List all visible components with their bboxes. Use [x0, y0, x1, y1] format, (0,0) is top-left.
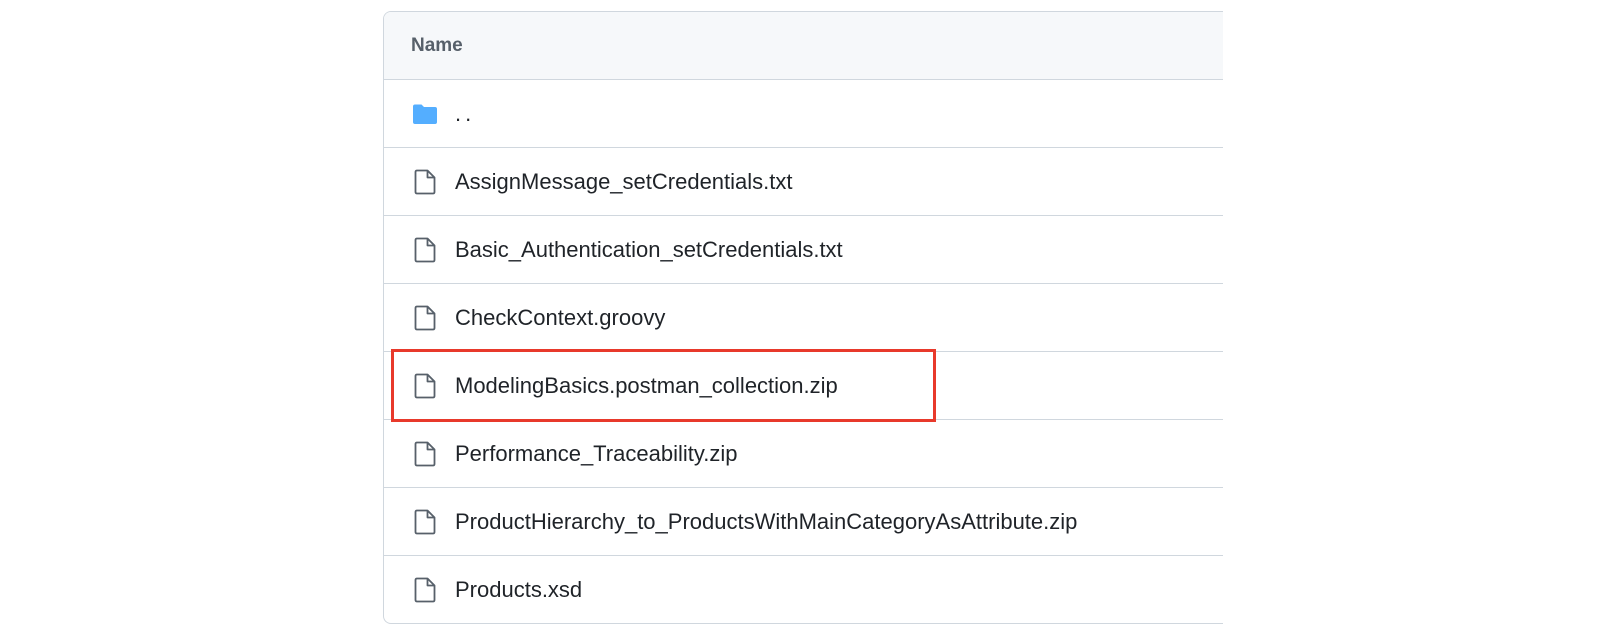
- list-item-file[interactable]: CheckContext.groovy: [384, 284, 1223, 352]
- file-name-link[interactable]: ModelingBasics.postman_collection.zip: [455, 373, 838, 399]
- name-column-header: Name: [411, 34, 463, 56]
- list-item-file-highlighted[interactable]: ModelingBasics.postman_collection.zip: [384, 352, 1223, 420]
- list-item-file[interactable]: Products.xsd: [384, 556, 1223, 623]
- table-header: Name: [384, 12, 1223, 80]
- file-name-link[interactable]: CheckContext.groovy: [455, 305, 665, 331]
- list-item-file[interactable]: Basic_Authentication_setCredentials.txt: [384, 216, 1223, 284]
- file-icon: [411, 236, 439, 264]
- list-item-file[interactable]: AssignMessage_setCredentials.txt: [384, 148, 1223, 216]
- file-icon: [411, 440, 439, 468]
- file-name-link[interactable]: Performance_Traceability.zip: [455, 441, 737, 467]
- list-item-file[interactable]: Performance_Traceability.zip: [384, 420, 1223, 488]
- folder-icon: [411, 100, 439, 128]
- file-icon: [411, 576, 439, 604]
- file-icon: [411, 508, 439, 536]
- parent-directory-label: ..: [455, 100, 476, 126]
- file-name-link[interactable]: Basic_Authentication_setCredentials.txt: [455, 237, 843, 263]
- file-icon: [411, 168, 439, 196]
- file-name-link[interactable]: AssignMessage_setCredentials.txt: [455, 169, 793, 195]
- file-list-table: Name .. AssignMessage_setCredentials.txt…: [383, 11, 1223, 624]
- list-item-file[interactable]: ProductHierarchy_to_ProductsWithMainCate…: [384, 488, 1223, 556]
- list-item-parent-directory[interactable]: ..: [384, 80, 1223, 148]
- file-name-link[interactable]: Products.xsd: [455, 577, 582, 603]
- file-icon: [411, 372, 439, 400]
- file-name-link[interactable]: ProductHierarchy_to_ProductsWithMainCate…: [455, 509, 1077, 535]
- file-icon: [411, 304, 439, 332]
